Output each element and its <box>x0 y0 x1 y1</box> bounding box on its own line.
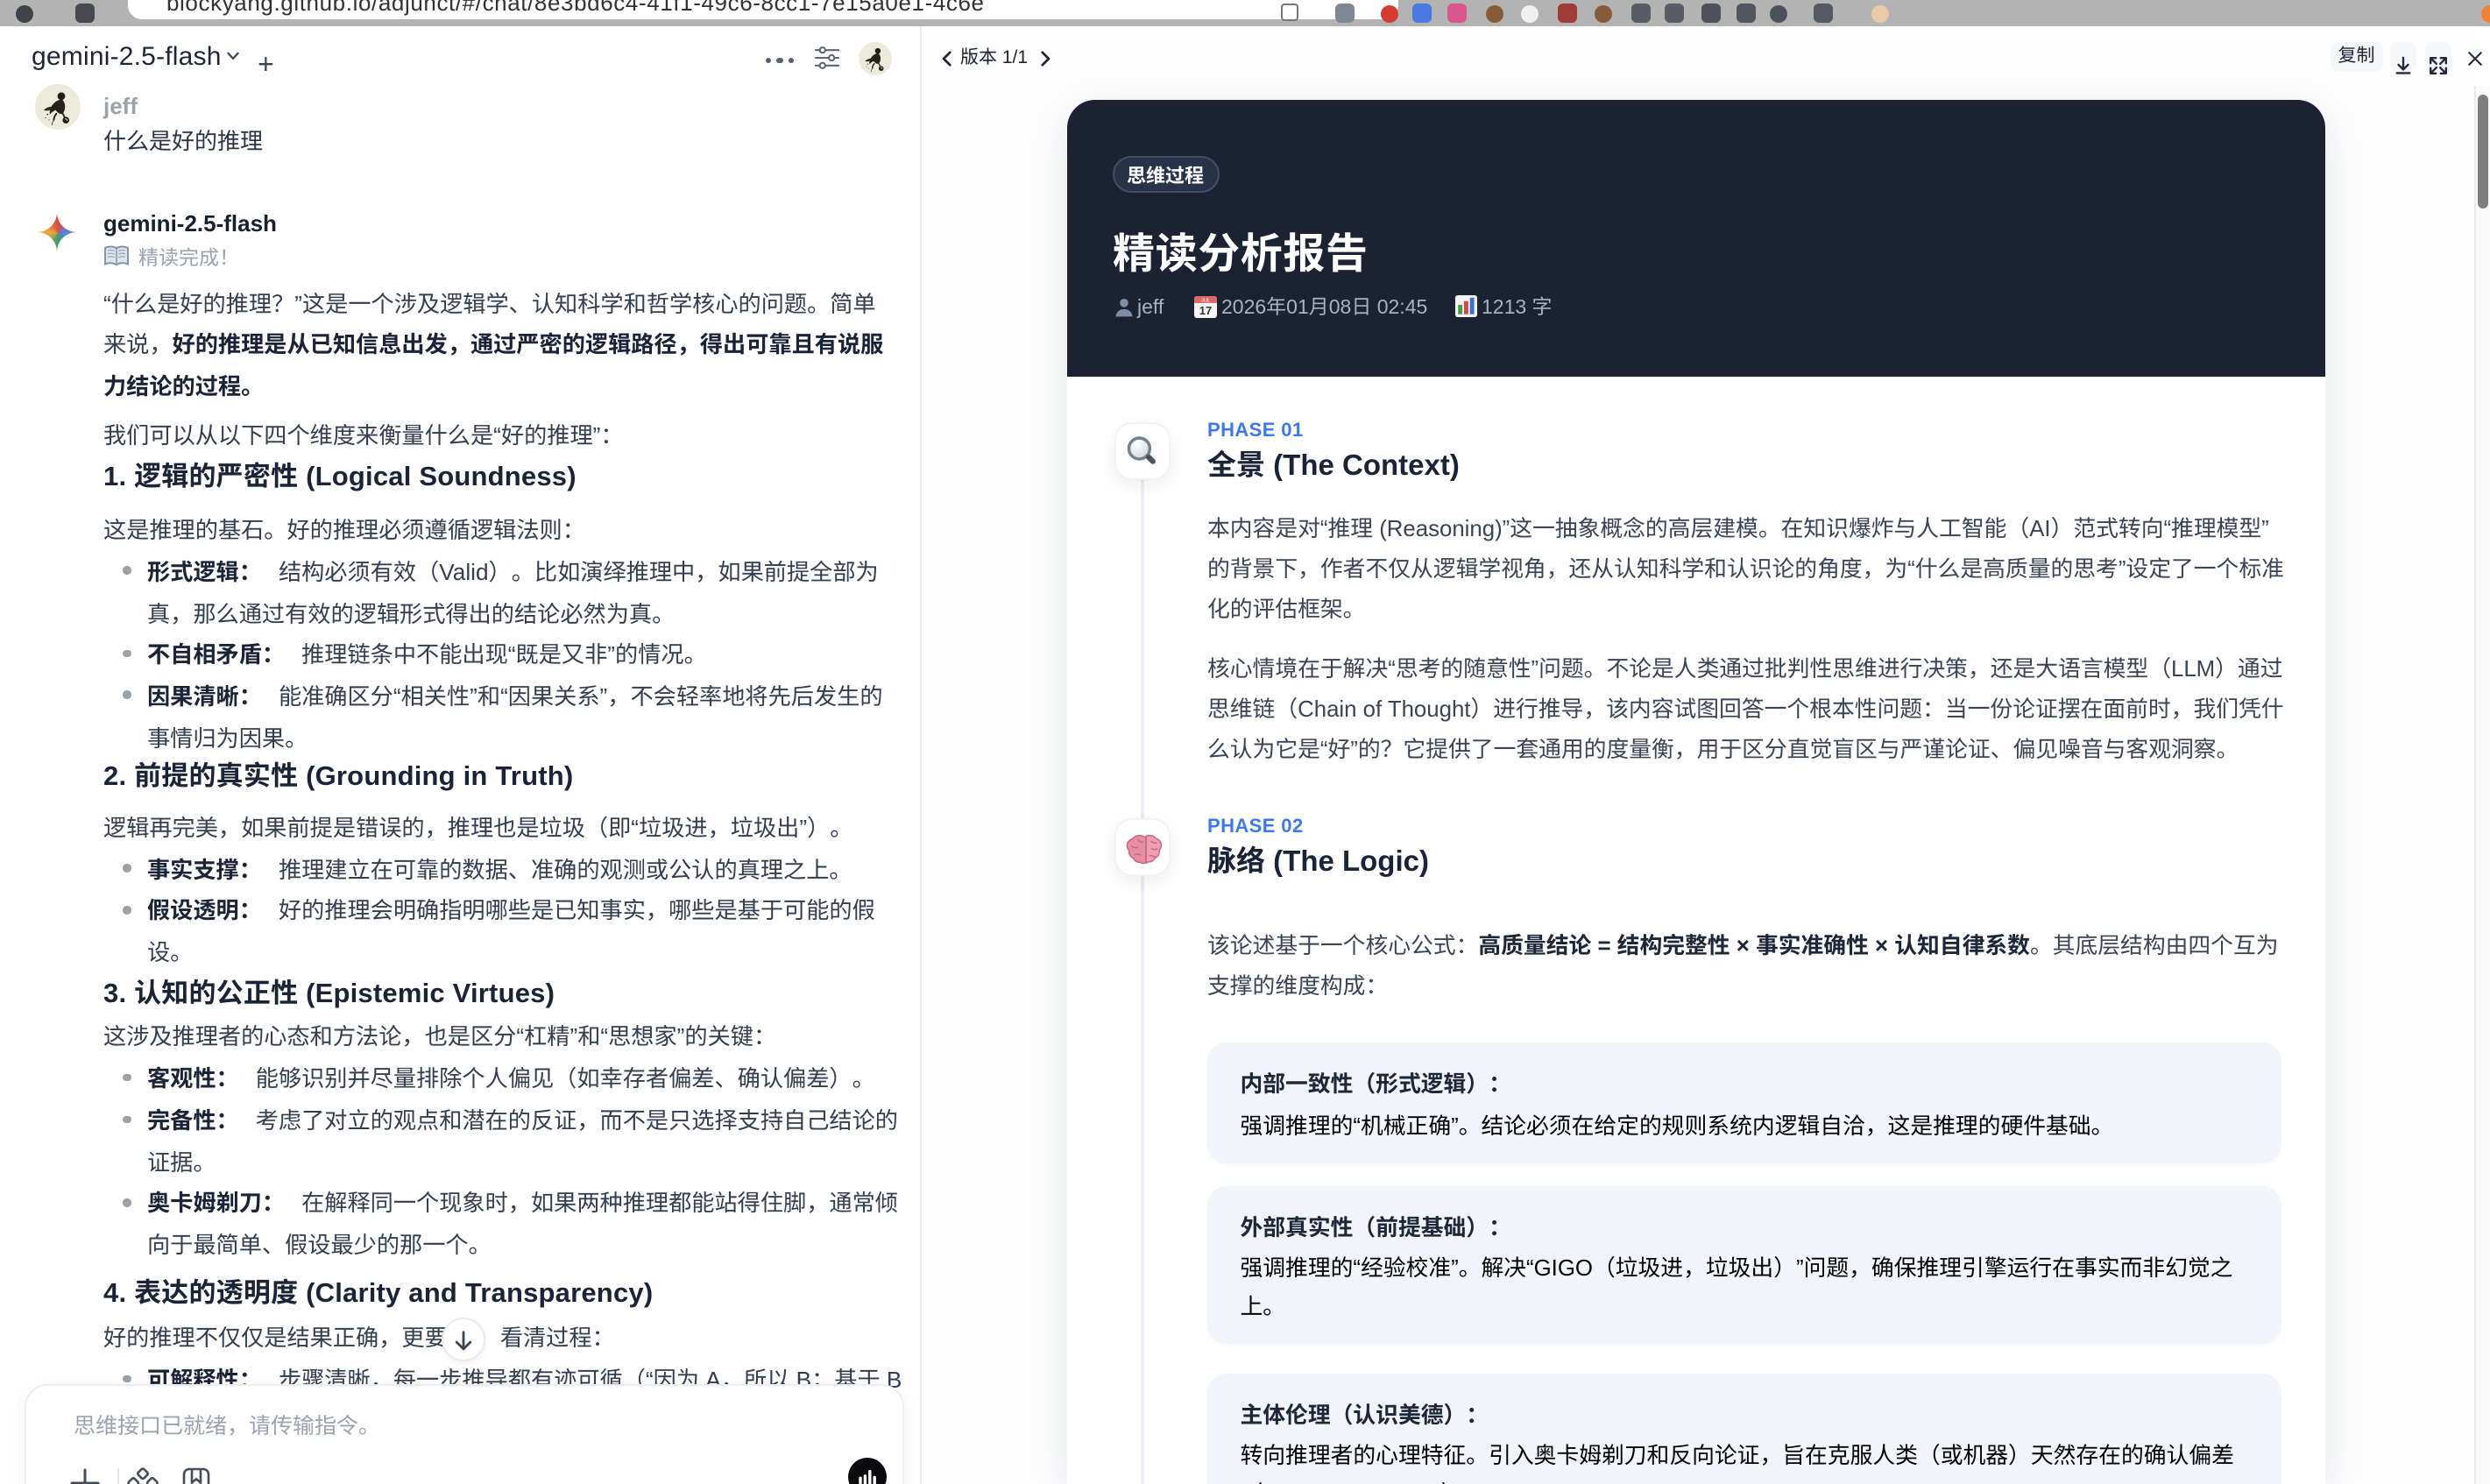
svg-text:JUL: JUL <box>1200 298 1209 303</box>
svg-text:17: 17 <box>1199 304 1211 317</box>
